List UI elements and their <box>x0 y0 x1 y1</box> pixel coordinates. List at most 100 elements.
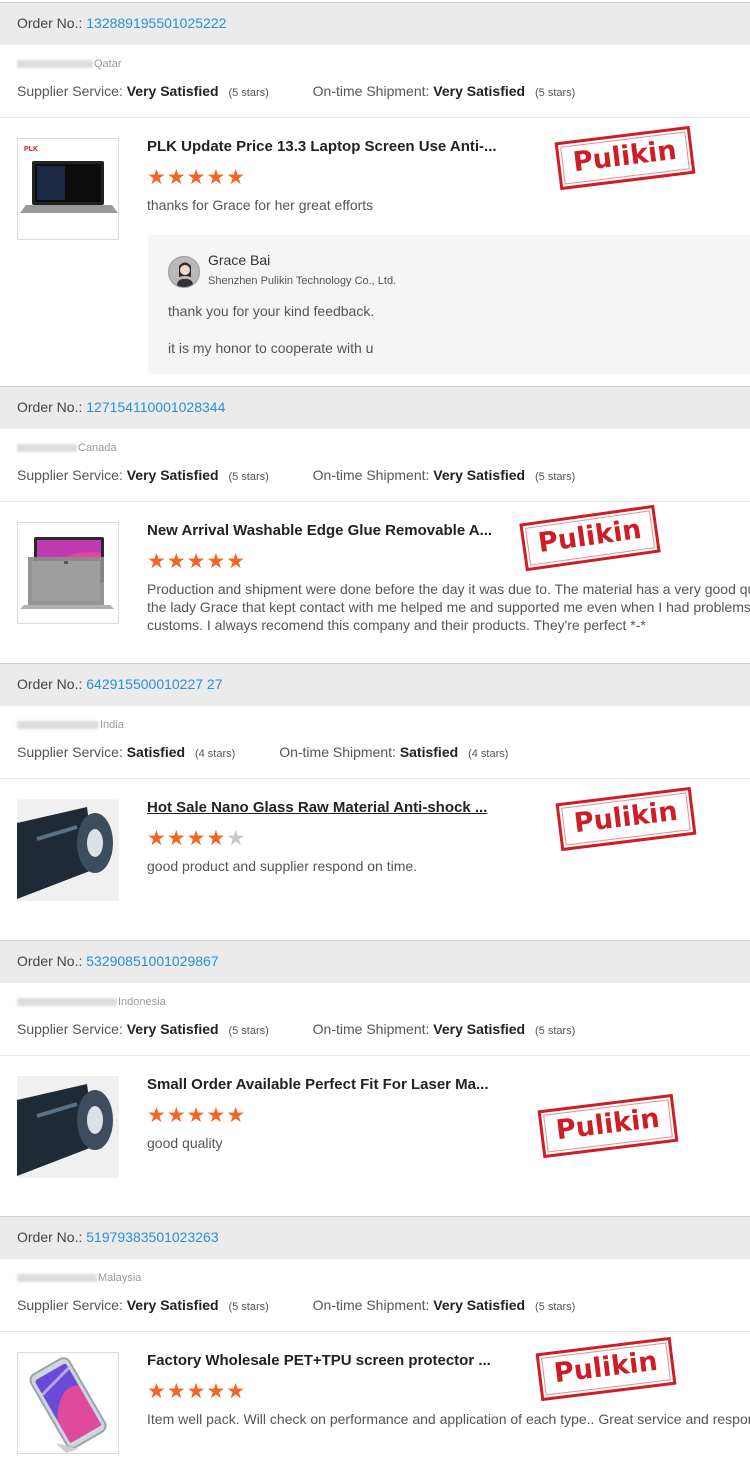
star-rating: ★★★★★ <box>147 1380 247 1403</box>
order-header: Order No.: 51979383501023263 <box>0 1216 750 1259</box>
order-no-link[interactable]: 642915500010227 27 <box>86 676 222 692</box>
buyer-country: Canada <box>78 442 117 454</box>
order-no-label: Order No.: <box>17 1229 83 1245</box>
reply-author-company: Shenzhen Pulikin Technology Co., Ltd. <box>208 275 397 287</box>
product-title-link[interactable]: Hot Sale Nano Glass Raw Material Anti-sh… <box>147 799 487 816</box>
buyer-country: Malaysia <box>98 1272 142 1284</box>
reply-text: thank you for your kind feedback. <box>168 303 375 319</box>
reply-author-name: Grace Bai <box>208 252 271 268</box>
supplier-service-label: Supplier Service: <box>17 83 123 99</box>
order-no-link[interactable]: 51979383501023263 <box>86 1229 218 1245</box>
order-block: Order No.: 51979383501023263 Malaysia Su… <box>0 1216 750 1472</box>
pulikin-stamp: Pulikin <box>555 786 697 852</box>
buyer-country: Qatar <box>94 58 122 70</box>
star-rating: ★★★★★ <box>147 550 247 573</box>
avatar <box>168 256 200 288</box>
supplier-service-rating: Satisfied <box>126 744 186 760</box>
supplier-reply: Grace Bai Shenzhen Pulikin Technology Co… <box>148 235 750 374</box>
supplier-service-stars: (5 stars) <box>228 87 269 99</box>
ontime-shipment-stars: (4 stars) <box>468 748 509 760</box>
ontime-shipment-stars: (5 stars) <box>535 1301 576 1313</box>
film-roll-icon[interactable] <box>17 1076 119 1178</box>
order-no-link[interactable]: 127154110001028344 <box>86 399 225 415</box>
pulikin-stamp: Pulikin <box>537 1093 679 1159</box>
supplier-service-stars: (5 stars) <box>228 471 269 483</box>
order-block: Order No.: 53290851001029867 Indonesia S… <box>0 940 750 1199</box>
product-title-link[interactable]: New Arrival Washable Edge Glue Removable… <box>147 522 492 539</box>
film-roll-icon[interactable] <box>17 799 119 901</box>
shipment-rating-group: On-time Shipment: Very Satisfied (5 star… <box>313 83 576 99</box>
phone-screen-protector-icon[interactable] <box>17 1352 119 1454</box>
pulikin-stamp: Pulikin <box>535 1336 677 1402</box>
supplier-service-label: Supplier Service: <box>17 467 123 483</box>
order-header: Order No.: 53290851001029867 <box>0 940 750 983</box>
pulikin-stamp: Pulikin <box>519 504 661 572</box>
ratings-row: Supplier Service: Very Satisfied (5 star… <box>0 73 750 118</box>
review-text: Item well pack. Will check on performanc… <box>147 1411 750 1427</box>
review-text: good quality <box>147 1135 223 1151</box>
buyer-name-blurred <box>17 444 77 453</box>
buyer-info: Canada <box>0 429 750 457</box>
review-text: Production and shipment were done before… <box>147 581 750 597</box>
order-header: Order No.: 127154110001028344 <box>0 386 750 429</box>
ontime-shipment-label: On-time Shipment: <box>279 744 396 760</box>
laptop-privacy-screen-icon[interactable]: PLK <box>17 138 119 240</box>
ratings-row: Supplier Service: Very Satisfied (5 star… <box>0 457 750 502</box>
buyer-name-blurred <box>17 998 117 1007</box>
reply-text: it is my honor to cooperate with u <box>168 340 374 356</box>
review-item: Hot Sale Nano Glass Raw Material Anti-sh… <box>0 779 750 922</box>
order-header: Order No.: 642915500010227 27 <box>0 663 750 706</box>
ontime-shipment-label: On-time Shipment: <box>312 83 430 99</box>
ontime-shipment-rating: Very Satisfied <box>433 1021 526 1037</box>
ontime-shipment-label: On-time Shipment: <box>312 1021 430 1037</box>
ontime-shipment-rating: Satisfied <box>399 744 459 760</box>
ontime-shipment-label: On-time Shipment: <box>312 467 430 483</box>
order-no-link[interactable]: 132889195501025222 <box>86 15 226 31</box>
star-rating: ★★★★★ <box>147 827 247 850</box>
shipment-rating-group: On-time Shipment: Very Satisfied (5 star… <box>313 1021 576 1037</box>
supplier-service-rating: Very Satisfied <box>126 1297 219 1313</box>
buyer-country: Indonesia <box>118 996 166 1008</box>
ontime-shipment-rating: Very Satisfied <box>433 83 526 99</box>
review-item: New Arrival Washable Edge Glue Removable… <box>0 502 750 664</box>
svg-text:PLK: PLK <box>24 146 38 153</box>
supplier-service-rating: Very Satisfied <box>126 467 219 483</box>
review-item: Small Order Available Perfect Fit For La… <box>0 1056 750 1199</box>
review-item: Factory Wholesale PET+TPU screen protect… <box>0 1332 750 1472</box>
ontime-shipment-stars: (5 stars) <box>535 471 576 483</box>
product-title-link[interactable]: Factory Wholesale PET+TPU screen protect… <box>147 1352 491 1369</box>
order-no-label: Order No.: <box>17 15 83 31</box>
order-no-label: Order No.: <box>17 953 83 969</box>
order-no-label: Order No.: <box>17 676 83 692</box>
ontime-shipment-rating: Very Satisfied <box>433 467 526 483</box>
review-text: customs. I always recomend this company … <box>147 617 646 633</box>
order-block: Order No.: 127154110001028344 Canada Sup… <box>0 386 750 664</box>
laptop-screen-protector-icon[interactable] <box>17 522 119 624</box>
product-title-link[interactable]: PLK Update Price 13.3 Laptop Screen Use … <box>147 138 497 155</box>
buyer-info: India <box>0 706 750 734</box>
review-text: the lady Grace that kept contact with me… <box>147 599 750 615</box>
product-title-link[interactable]: Small Order Available Perfect Fit For La… <box>147 1076 489 1093</box>
ratings-row: Supplier Service: Very Satisfied (5 star… <box>0 1287 750 1332</box>
ontime-shipment-label: On-time Shipment: <box>312 1297 430 1313</box>
order-no-link[interactable]: 53290851001029867 <box>86 953 218 969</box>
ontime-shipment-rating: Very Satisfied <box>433 1297 526 1313</box>
supplier-service-label: Supplier Service: <box>17 1021 123 1037</box>
ontime-shipment-stars: (5 stars) <box>535 87 576 99</box>
supplier-service-label: Supplier Service: <box>17 1297 123 1313</box>
order-block: Order No.: 132889195501025222 Qatar Supp… <box>0 2 750 389</box>
supplier-service-rating: Very Satisfied <box>126 83 219 99</box>
supplier-service-label: Supplier Service: <box>17 744 123 760</box>
shipment-rating-group: On-time Shipment: Very Satisfied (5 star… <box>313 1297 576 1313</box>
order-block: Order No.: 642915500010227 27 India Supp… <box>0 663 750 922</box>
supplier-service-stars: (5 stars) <box>228 1025 269 1037</box>
buyer-name-blurred <box>17 1274 97 1283</box>
supplier-service-stars: (5 stars) <box>228 1301 269 1313</box>
ratings-row: Supplier Service: Satisfied (4 stars) On… <box>0 734 750 779</box>
buyer-info: Malaysia <box>0 1259 750 1287</box>
supplier-service-stars: (4 stars) <box>194 748 236 760</box>
buyer-info: Qatar <box>0 45 750 73</box>
star-rating: ★★★★★ <box>147 166 247 189</box>
order-header: Order No.: 132889195501025222 <box>0 2 750 45</box>
shipment-rating-group: On-time Shipment: Satisfied (4 stars) <box>279 744 508 760</box>
